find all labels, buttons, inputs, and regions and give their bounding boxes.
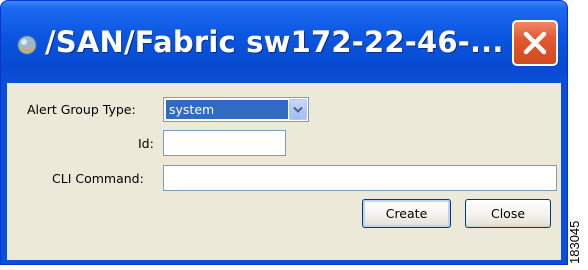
window-title: /SAN/Fabric sw172-22-46-... — [45, 25, 504, 59]
alert-group-type-selected-value: system — [166, 100, 288, 119]
figure-id: 183045 — [565, 214, 587, 268]
figure-id-text: 183045 — [567, 220, 582, 264]
alert-group-type-select[interactable]: system — [163, 97, 309, 122]
chevron-down-icon — [293, 106, 303, 113]
java-app-icon — [17, 35, 37, 55]
dialog-window: /SAN/Fabric sw172-22-46-... Alert Group … — [0, 0, 568, 265]
id-label: Id: — [138, 136, 154, 151]
dialog-content: Alert Group Type: system Id: CLI Command… — [7, 83, 561, 260]
close-window-button[interactable] — [512, 20, 558, 66]
close-x-icon — [523, 31, 547, 55]
dropdown-arrow-button[interactable] — [289, 99, 307, 120]
id-field[interactable] — [163, 130, 286, 156]
alert-group-type-label: Alert Group Type: — [27, 102, 136, 117]
close-button[interactable]: Close — [465, 199, 551, 228]
title-bar[interactable]: /SAN/Fabric sw172-22-46-... — [1, 1, 567, 83]
create-button[interactable]: Create — [362, 199, 451, 228]
cli-command-label: CLI Command: — [52, 171, 144, 186]
cli-command-field[interactable] — [163, 165, 557, 191]
